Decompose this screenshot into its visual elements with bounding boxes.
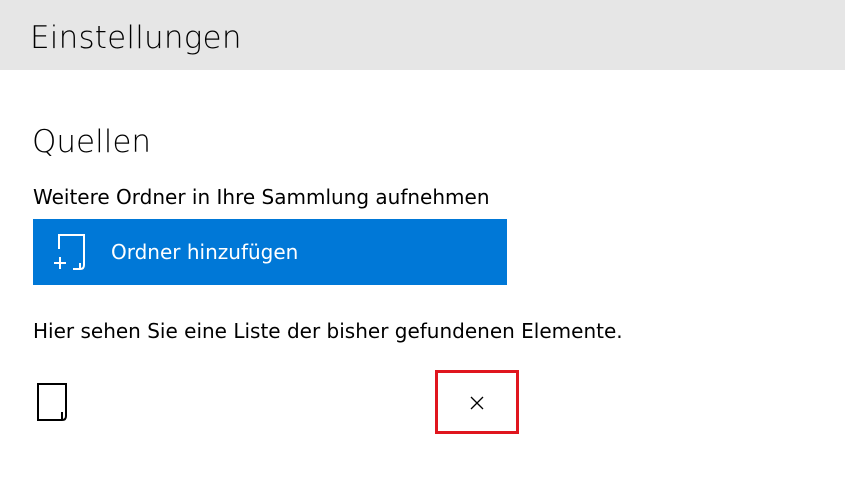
sources-heading: Quellen [32,124,152,160]
add-folders-description: Weitere Ordner in Ihre Sammlung aufnehme… [33,185,490,209]
window-title: Einstellungen [30,20,242,56]
close-icon [470,396,484,410]
found-items-caption: Hier sehen Sie eine Liste der bisher gef… [33,319,623,343]
folder-icon [36,382,70,422]
add-folder-icon [53,233,89,271]
add-folder-button[interactable]: Ordner hinzufügen [33,219,507,285]
add-folder-button-label: Ordner hinzufügen [111,240,299,264]
title-bar: Einstellungen [0,0,845,70]
folder-list-item [33,370,519,434]
remove-folder-button[interactable] [435,370,519,434]
